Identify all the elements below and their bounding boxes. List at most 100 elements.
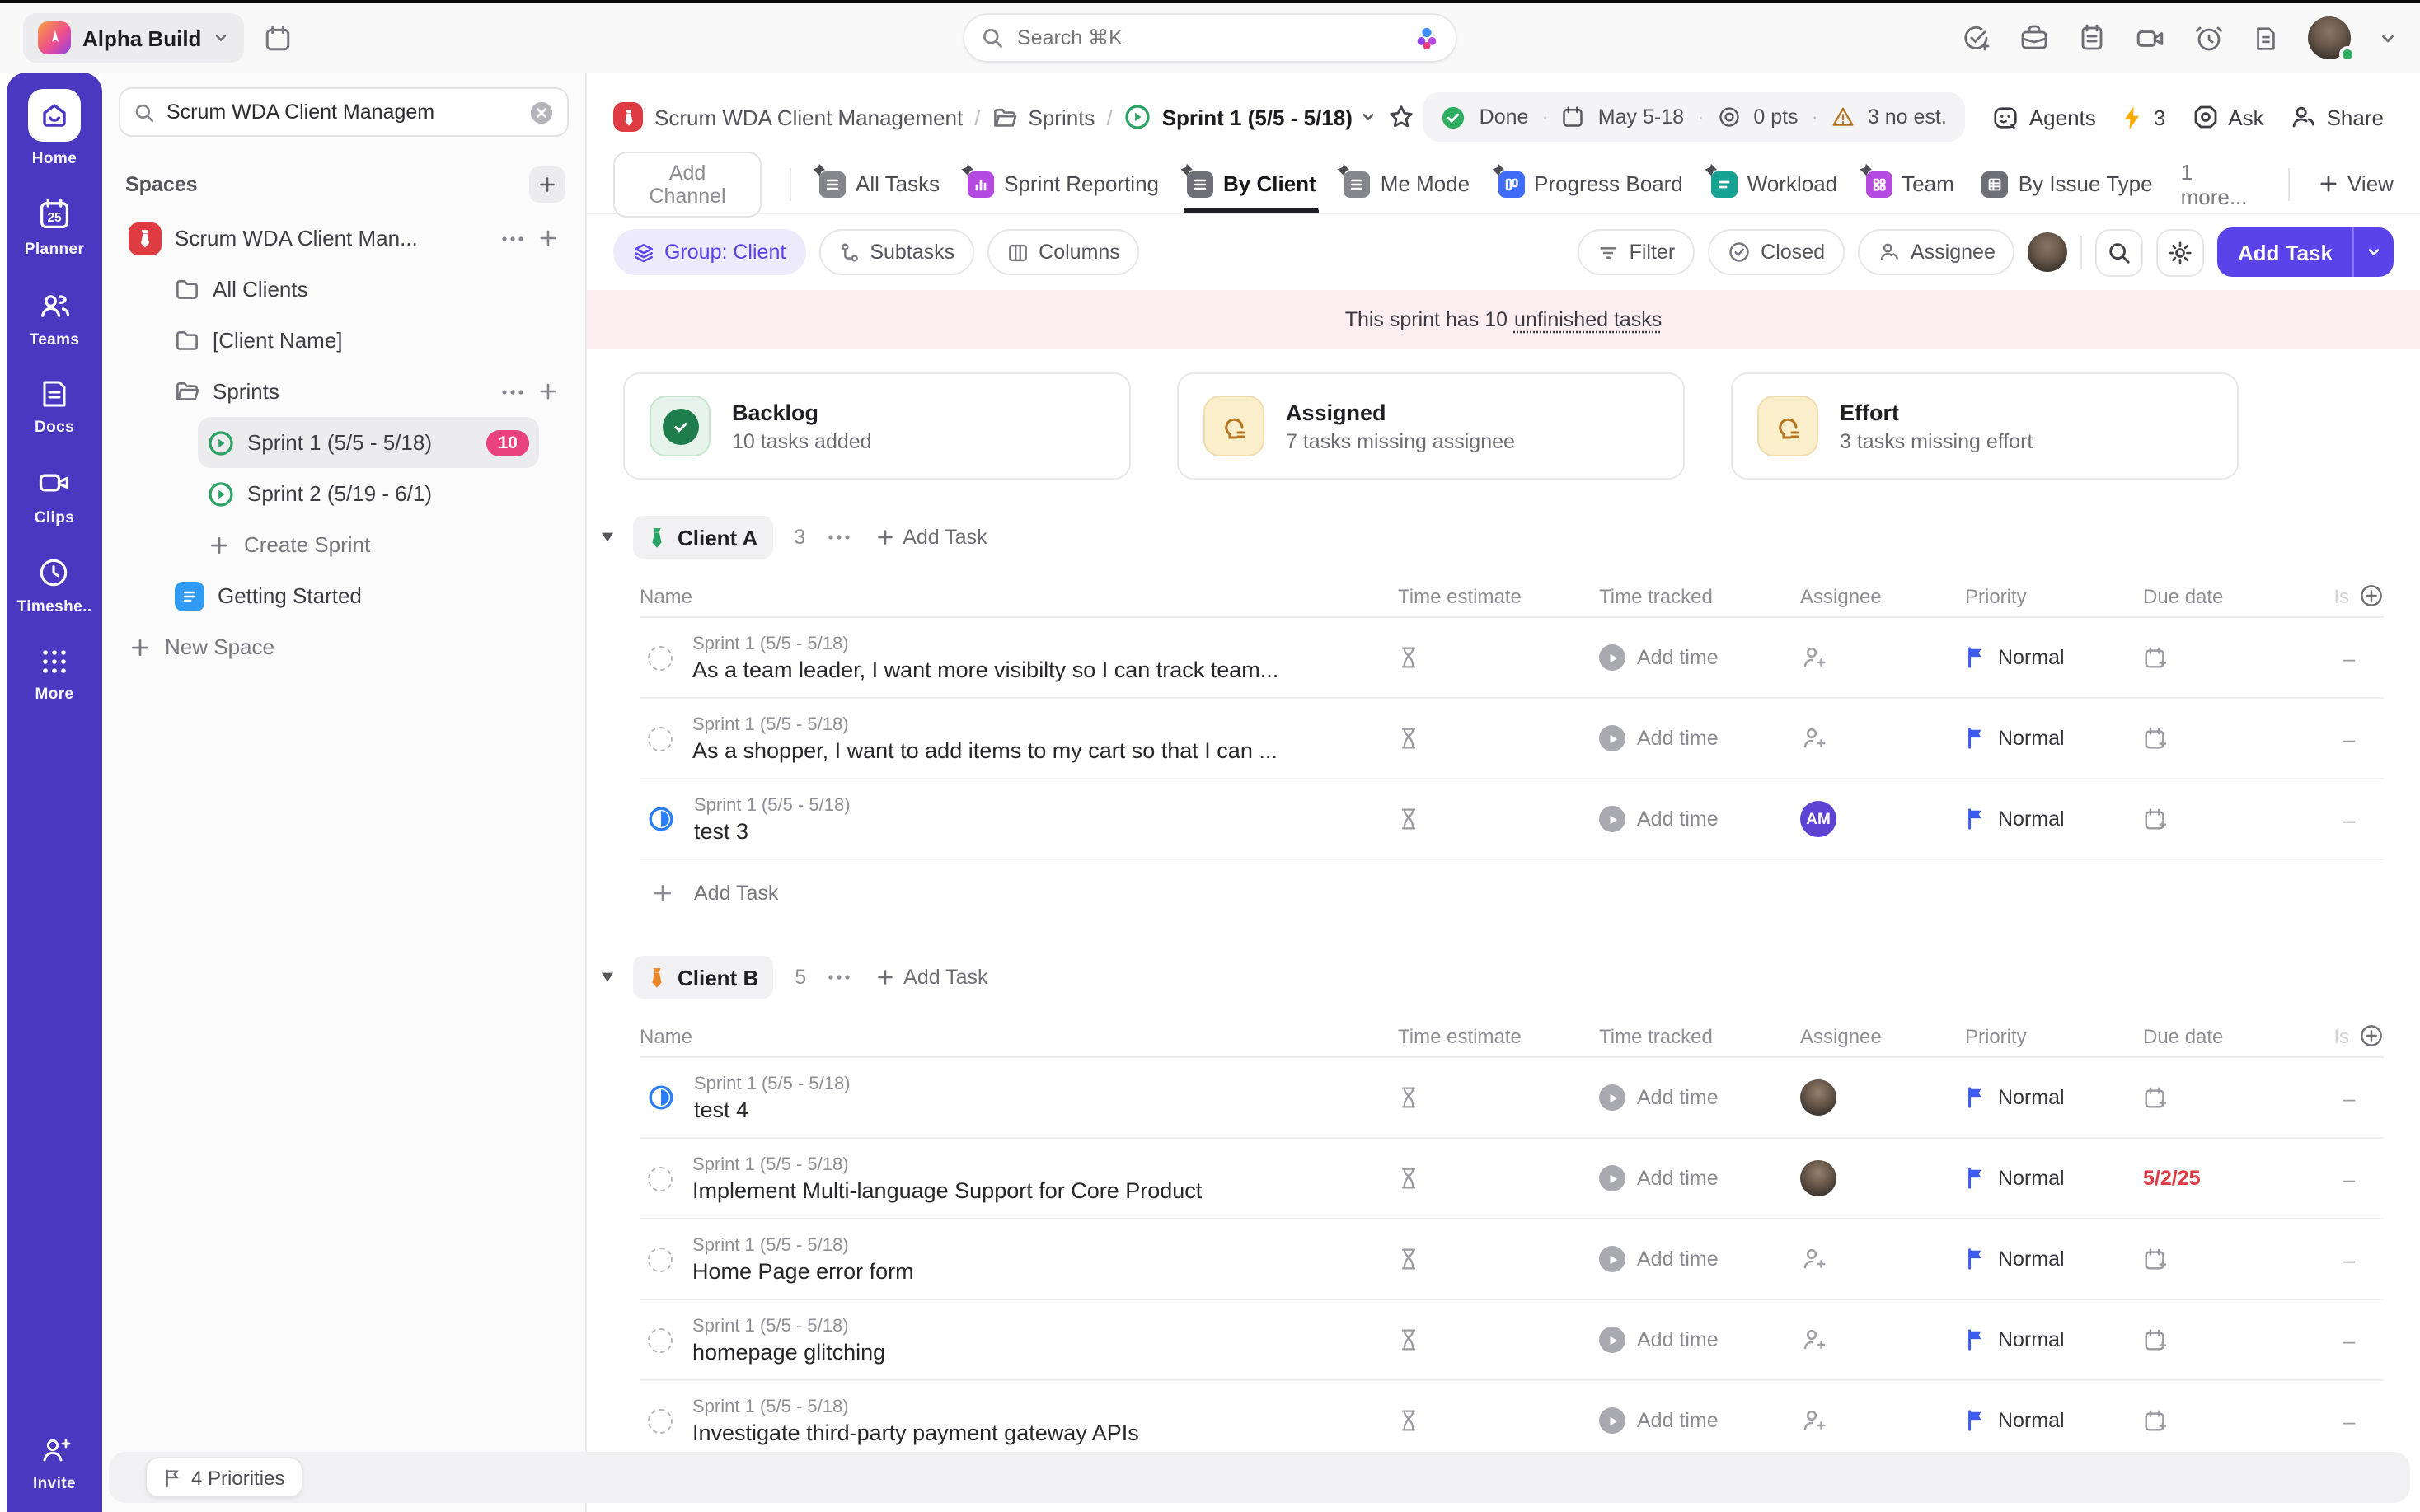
columns-button[interactable]: Columns <box>987 229 1140 275</box>
reminder-clock-icon[interactable] <box>2194 23 2224 53</box>
hourglass-icon[interactable] <box>1398 1086 1419 1109</box>
col-time-estimate[interactable]: Time estimate <box>1398 584 1599 607</box>
add-time-button[interactable]: Add time <box>1599 1407 1800 1434</box>
add-channel-button[interactable]: Add Channel <box>613 151 762 217</box>
priority-cell[interactable]: Normal <box>1965 1328 2143 1351</box>
col-time-estimate[interactable]: Time estimate <box>1398 1024 1599 1047</box>
sprint-status-summary[interactable]: Done · May 5-18 · 0 pts · 3 no est. <box>1423 92 1965 142</box>
status-todo-icon[interactable] <box>648 1327 673 1352</box>
priorities-pill[interactable]: 4 Priorities <box>145 1457 302 1498</box>
calendar-icon[interactable] <box>264 24 292 52</box>
plus-icon[interactable] <box>537 227 559 249</box>
workspace-switcher[interactable]: Alpha Build <box>23 13 244 63</box>
view-settings-button[interactable] <box>2157 228 2205 276</box>
add-task-chevron[interactable] <box>2352 227 2394 277</box>
hourglass-icon[interactable] <box>1398 1167 1419 1190</box>
sidebar-item-sprint1[interactable]: Sprint 1 (5/5 - 5/18) 10 <box>198 417 539 468</box>
space-avatar-icon[interactable] <box>613 102 643 132</box>
table-row[interactable]: Sprint 1 (5/5 - 5/18) homepage glitching… <box>640 1300 2384 1381</box>
hourglass-icon[interactable] <box>1398 1328 1419 1351</box>
ellipsis-icon[interactable] <box>501 388 524 395</box>
tab-me-mode[interactable]: Me Mode <box>1344 155 1470 213</box>
add-column-icon[interactable] <box>2359 1023 2384 1048</box>
more-views-button[interactable]: 1 more... <box>2181 159 2261 208</box>
rail-item-clips[interactable]: Clips <box>35 465 74 527</box>
status-in-progress-icon[interactable] <box>648 1084 674 1111</box>
assignee-initials-avatar[interactable]: AM <box>1800 801 1836 837</box>
hourglass-icon[interactable] <box>1398 1409 1419 1432</box>
assignee-filter-button[interactable]: Assignee <box>1858 229 2015 275</box>
task-name[interactable]: test 3 <box>694 818 851 843</box>
search-input[interactable] <box>1017 26 1401 49</box>
task-name[interactable]: Implement Multi-language Support for Cor… <box>692 1177 1202 1202</box>
table-row[interactable]: Sprint 1 (5/5 - 5/18) As a shopper, I wa… <box>640 699 2384 779</box>
tab-workload[interactable]: Workload <box>1711 155 1837 213</box>
add-column-icon[interactable] <box>2359 583 2384 608</box>
assignee-photo-avatar[interactable] <box>1800 1160 1836 1196</box>
due-date-add-icon[interactable] <box>2143 1085 2168 1110</box>
automation-bolt-button[interactable]: 3 <box>2122 105 2165 129</box>
add-time-button[interactable]: Add time <box>1599 806 1800 832</box>
due-date-add-icon[interactable] <box>2143 645 2168 670</box>
table-row[interactable]: Sprint 1 (5/5 - 5/18) Home Page error fo… <box>640 1219 2384 1300</box>
star-icon[interactable] <box>1389 104 1415 130</box>
priority-cell[interactable]: Normal <box>1965 1409 2143 1432</box>
assignee-add-icon[interactable] <box>1800 644 1827 671</box>
client-chip[interactable]: Client A <box>633 516 772 559</box>
tab-all-tasks[interactable]: All Tasks <box>819 155 940 213</box>
tab-sprint-reporting[interactable]: Sprint Reporting <box>968 155 1159 213</box>
col-name[interactable]: Name <box>640 584 1398 607</box>
briefcase-icon[interactable] <box>2019 23 2049 53</box>
sidebar-item-sprints[interactable]: Sprints <box>165 366 569 417</box>
assignee-add-icon[interactable] <box>1800 1407 1827 1434</box>
assignee-add-icon[interactable] <box>1800 1246 1827 1272</box>
due-date-add-icon[interactable] <box>2143 1247 2168 1271</box>
sidebar-item-create-sprint[interactable]: Create Sprint <box>198 519 539 570</box>
notepad-icon[interactable] <box>2077 23 2107 53</box>
sidebar-search-input[interactable] <box>166 101 518 124</box>
ask-button[interactable]: Ask <box>2192 104 2263 130</box>
add-time-button[interactable]: Add time <box>1599 1084 1800 1111</box>
task-name[interactable]: Investigate third-party payment gateway … <box>692 1420 1139 1444</box>
new-task-icon[interactable] <box>1962 23 1991 53</box>
tab-by-issue-type[interactable]: By Issue Type <box>1982 155 2153 213</box>
rail-item-invite[interactable]: Invite <box>33 1434 76 1493</box>
video-icon[interactable] <box>2135 22 2166 54</box>
table-row[interactable]: Sprint 1 (5/5 - 5/18) As a team leader, … <box>640 618 2384 699</box>
col-due-date[interactable]: Due date <box>2143 1024 2314 1047</box>
due-date-add-icon[interactable] <box>2143 1408 2168 1433</box>
breadcrumb-sprints[interactable]: Sprints <box>1029 105 1095 129</box>
tab-progress-board[interactable]: Progress Board <box>1498 155 1683 213</box>
clear-search-icon[interactable] <box>529 100 554 124</box>
table-row[interactable]: Sprint 1 (5/5 - 5/18) test 4 Add time No… <box>640 1058 2384 1139</box>
rail-item-timesheets[interactable]: Timeshe.. <box>17 555 92 616</box>
priority-cell[interactable]: Normal <box>1965 807 2143 831</box>
closed-button[interactable]: Closed <box>1708 229 1845 275</box>
task-name[interactable]: homepage glitching <box>692 1339 885 1364</box>
ai-sparkle-icon[interactable] <box>1414 26 1439 50</box>
table-row[interactable]: Sprint 1 (5/5 - 5/18) test 3 Add time AM… <box>640 779 2384 860</box>
ellipsis-icon[interactable] <box>827 534 850 541</box>
rail-item-home[interactable]: Home <box>28 89 81 168</box>
breadcrumb-space[interactable]: Scrum WDA Client Management <box>654 105 963 129</box>
task-name[interactable]: As a shopper, I want to add items to my … <box>692 737 1278 762</box>
sidebar-item-space[interactable]: Scrum WDA Client Man... <box>119 213 569 264</box>
col-priority[interactable]: Priority <box>1965 584 2143 607</box>
card-assigned[interactable]: Assigned 7 tasks missing assignee <box>1177 372 1685 480</box>
ellipsis-icon[interactable] <box>501 235 524 241</box>
hourglass-icon[interactable] <box>1398 1248 1419 1271</box>
unfinished-tasks-link[interactable]: unfinished tasks <box>1514 308 1662 331</box>
assignee-add-icon[interactable] <box>1800 1327 1827 1353</box>
status-in-progress-icon[interactable] <box>648 806 674 832</box>
status-todo-icon[interactable] <box>648 645 673 670</box>
status-todo-icon[interactable] <box>648 1247 673 1271</box>
collapse-triangle-icon[interactable] <box>600 531 615 544</box>
hourglass-icon[interactable] <box>1398 727 1419 750</box>
task-name[interactable]: As a team leader, I want more visibilty … <box>692 657 1278 681</box>
table-row[interactable]: Sprint 1 (5/5 - 5/18) Investigate third-… <box>640 1381 2384 1462</box>
add-view-button[interactable]: View <box>2318 171 2394 196</box>
due-date-add-icon[interactable] <box>2143 726 2168 751</box>
doc-icon[interactable] <box>2252 24 2280 52</box>
group-add-task-button[interactable]: Add Task <box>875 526 987 549</box>
due-date-add-icon[interactable] <box>2143 1327 2168 1352</box>
